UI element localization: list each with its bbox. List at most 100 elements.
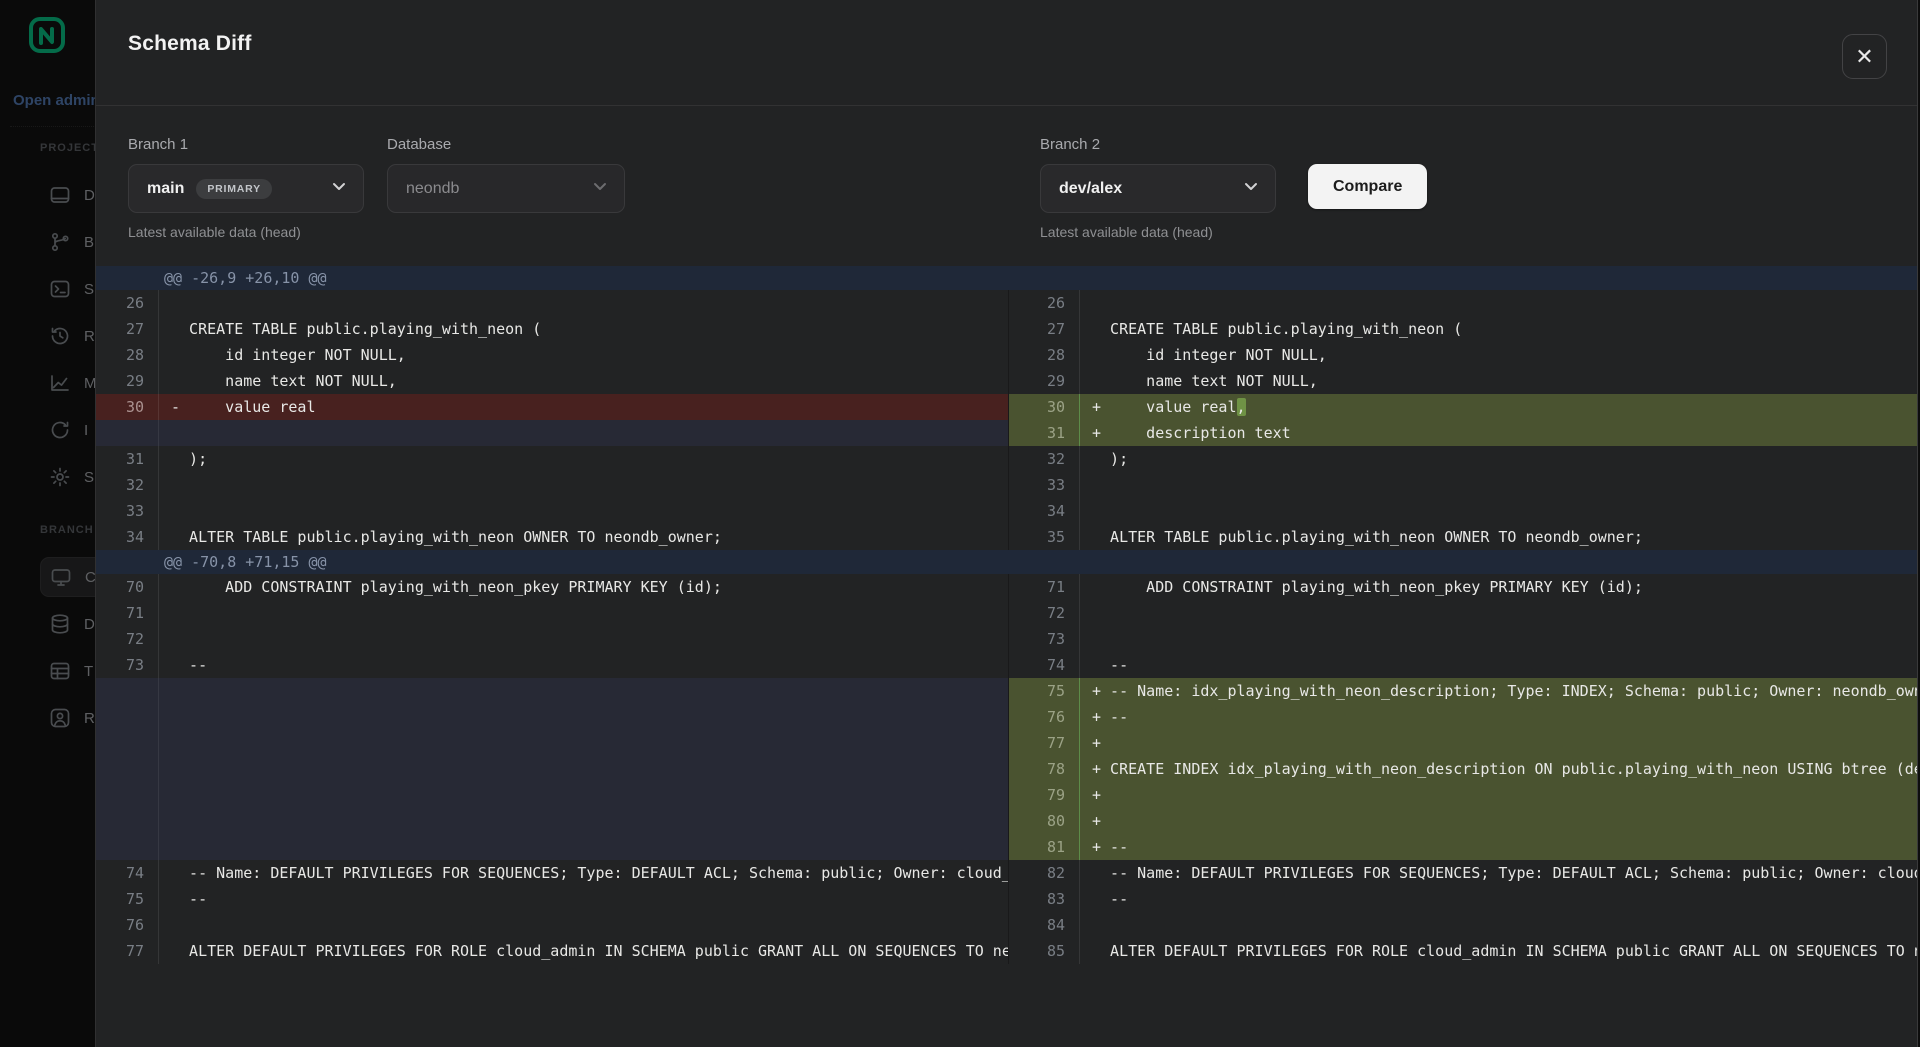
diff-left-pane: 32: [96, 472, 1008, 498]
diff-row: 80+: [96, 808, 1917, 834]
diff-table[interactable]: @@ -26,9 +26,10 @@262627 CREATE TABLE pu…: [96, 266, 1917, 964]
diff-right-pane: 85 ALTER DEFAULT PRIVILEGES FOR ROLE clo…: [1008, 938, 1917, 964]
diff-left-cell: 27 CREATE TABLE public.playing_with_neon…: [96, 316, 1008, 342]
line-number: [96, 756, 158, 782]
diff-right-pane: 76+ --: [1008, 704, 1917, 730]
diff-left-pane: 29 name text NOT NULL,: [96, 368, 1008, 394]
code-line: [158, 808, 1008, 834]
branch1-select[interactable]: main PRIMARY: [128, 164, 364, 213]
line-number: 28: [96, 342, 158, 368]
diff-right-pane: 28 id integer NOT NULL,: [1008, 342, 1917, 368]
diff-right-cell: 82 -- Name: DEFAULT PRIVILEGES FOR SEQUE…: [1009, 860, 1917, 886]
line-number: [96, 704, 158, 730]
compare-button[interactable]: Compare: [1308, 164, 1427, 209]
diff-left-pane: [96, 730, 1008, 756]
diff-left-cell: 76: [96, 912, 1008, 938]
schema-diff-modal: Schema Diff ✕ Branch 1 main PRIMARY Late…: [95, 0, 1918, 1047]
code-line: --: [158, 886, 1008, 912]
line-number: 77: [1009, 730, 1079, 756]
diff-left-cell: 73 --: [96, 652, 1008, 678]
diff-row: 77 ALTER DEFAULT PRIVILEGES FOR ROLE clo…: [96, 938, 1917, 964]
diff-row: 75+ -- Name: idx_playing_with_neon_descr…: [96, 678, 1917, 704]
line-number: 29: [96, 368, 158, 394]
code-line: [158, 600, 1008, 626]
code-line: [1079, 498, 1917, 524]
diff-left-cell: [96, 420, 1008, 446]
diff-row: 73 --74 --: [96, 652, 1917, 678]
hunk-header-row: @@ -70,8 +71,15 @@: [96, 550, 1917, 574]
code-line: ALTER TABLE public.playing_with_neon OWN…: [1079, 524, 1917, 550]
diff-left-pane: [96, 756, 1008, 782]
diff-right-pane: 71 ADD CONSTRAINT playing_with_neon_pkey…: [1008, 574, 1917, 600]
code-line: [158, 626, 1008, 652]
line-number: 79: [1009, 782, 1079, 808]
database-select[interactable]: neondb: [387, 164, 625, 213]
code-line: --: [1079, 652, 1917, 678]
line-number: 33: [96, 498, 158, 524]
diff-left-pane: [96, 808, 1008, 834]
diff-left-cell: [96, 756, 1008, 782]
diff-right-cell: 30+ value real,: [1009, 394, 1917, 420]
line-number: 73: [96, 652, 158, 678]
line-number: 34: [1009, 498, 1079, 524]
code-line: +: [1079, 782, 1917, 808]
database-field: Database neondb: [387, 136, 625, 213]
chevron-down-icon: [317, 178, 347, 199]
diff-right-cell: 29 name text NOT NULL,: [1009, 368, 1917, 394]
code-line: [1079, 626, 1917, 652]
line-number: 72: [96, 626, 158, 652]
code-line: + -- Name: idx_playing_with_neon_descrip…: [1079, 678, 1917, 704]
diff-row: 78+ CREATE INDEX idx_playing_with_neon_d…: [96, 756, 1917, 782]
diff-left-cell: [96, 704, 1008, 730]
diff-left-pane: 26: [96, 290, 1008, 316]
diff-right-cell: 34: [1009, 498, 1917, 524]
code-line: [158, 420, 1008, 446]
line-number: [96, 834, 158, 860]
line-number: 82: [1009, 860, 1079, 886]
line-number: 78: [1009, 756, 1079, 782]
code-line: [158, 498, 1008, 524]
diff-row: 7273: [96, 626, 1917, 652]
branch1-helper: Latest available data (head): [128, 224, 364, 240]
code-line: );: [158, 446, 1008, 472]
line-number: [96, 420, 158, 446]
diff-right-cell: 28 id integer NOT NULL,: [1009, 342, 1917, 368]
diff-right-pane: 82 -- Name: DEFAULT PRIVILEGES FOR SEQUE…: [1008, 860, 1917, 886]
diff-left-cell: 34 ALTER TABLE public.playing_with_neon …: [96, 524, 1008, 550]
line-number: 83: [1009, 886, 1079, 912]
line-number: 75: [96, 886, 158, 912]
code-line: CREATE TABLE public.playing_with_neon (: [1079, 316, 1917, 342]
diff-left-cell: 71: [96, 600, 1008, 626]
diff-controls: Branch 1 main PRIMARY Latest available d…: [96, 106, 1917, 240]
diff-left-pane: [96, 704, 1008, 730]
diff-right-cell: 77+: [1009, 730, 1917, 756]
line-number: 75: [1009, 678, 1079, 704]
branch2-select[interactable]: dev/alex: [1040, 164, 1276, 213]
diff-row: 76+ --: [96, 704, 1917, 730]
diff-row: 31+ description text: [96, 420, 1917, 446]
diff-right-cell: 31+ description text: [1009, 420, 1917, 446]
diff-right-pane: 75+ -- Name: idx_playing_with_neon_descr…: [1008, 678, 1917, 704]
diff-left-pane: 72: [96, 626, 1008, 652]
diff-row: 75 --83 --: [96, 886, 1917, 912]
close-icon[interactable]: ✕: [1842, 34, 1887, 79]
diff-left-pane: [96, 678, 1008, 704]
diff-right-cell: 80+: [1009, 808, 1917, 834]
line-number: 76: [96, 912, 158, 938]
modal-header: Schema Diff ✕: [96, 0, 1917, 106]
diff-right-pane: 78+ CREATE INDEX idx_playing_with_neon_d…: [1008, 756, 1917, 782]
modal-title: Schema Diff: [128, 32, 252, 56]
code-line: ALTER TABLE public.playing_with_neon OWN…: [158, 524, 1008, 550]
diff-right-pane: 80+: [1008, 808, 1917, 834]
word-diff-highlight: ,: [1237, 398, 1246, 416]
line-number: 80: [1009, 808, 1079, 834]
database-value: neondb: [406, 180, 459, 198]
diff-left-pane: [96, 782, 1008, 808]
diff-left-cell: 29 name text NOT NULL,: [96, 368, 1008, 394]
line-number: 26: [1009, 290, 1079, 316]
diff-row: 7684: [96, 912, 1917, 938]
diff-row: 77+: [96, 730, 1917, 756]
diff-left-pane: 75 --: [96, 886, 1008, 912]
code-line: ADD CONSTRAINT playing_with_neon_pkey PR…: [1079, 574, 1917, 600]
diff-right-cell: 75+ -- Name: idx_playing_with_neon_descr…: [1009, 678, 1917, 704]
